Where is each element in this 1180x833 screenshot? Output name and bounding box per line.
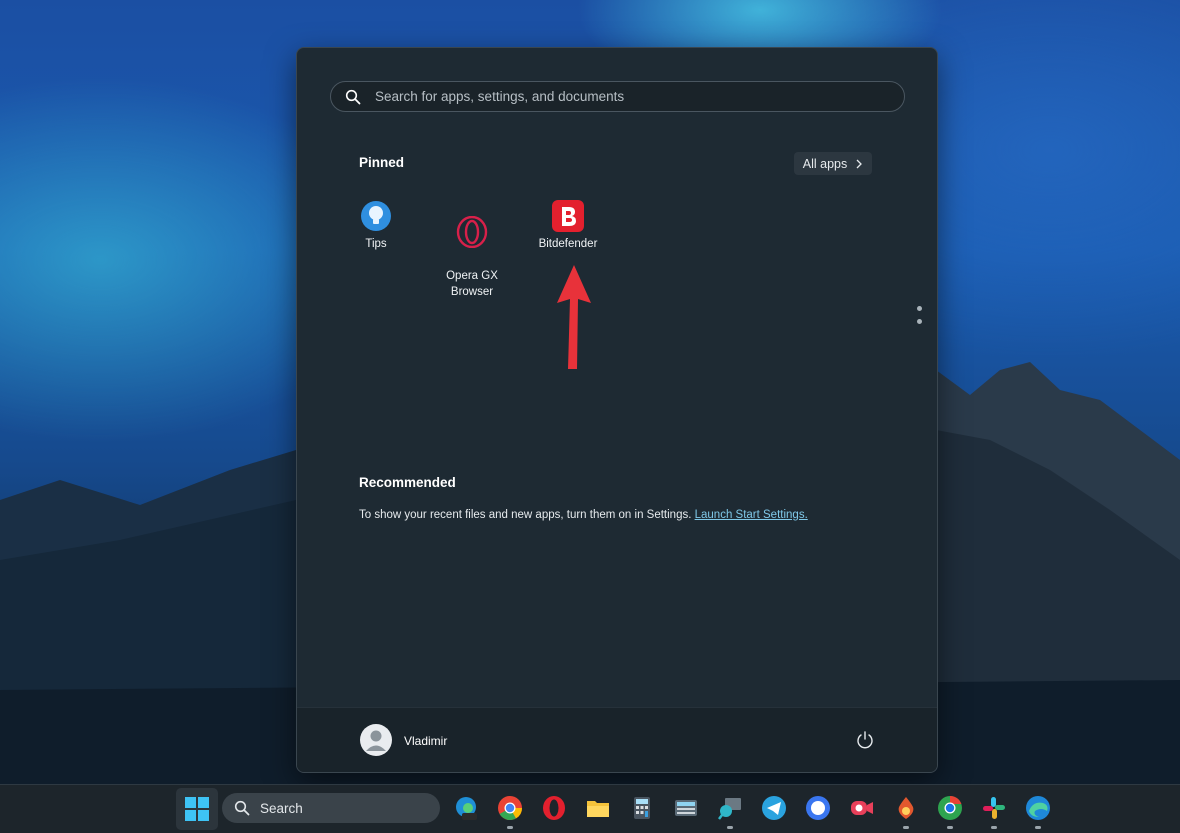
- running-indicator: [727, 826, 733, 829]
- page-dot[interactable]: [917, 306, 922, 311]
- chevron-right-icon: [856, 159, 863, 168]
- windows-logo-icon: [185, 797, 209, 821]
- launch-start-settings-link[interactable]: Launch Start Settings.: [695, 509, 808, 521]
- edge-preview-icon[interactable]: [453, 795, 479, 821]
- edge-icon[interactable]: [1025, 795, 1051, 821]
- touch-keyboard-icon[interactable]: [673, 795, 699, 821]
- bitdefender-icon: [552, 200, 584, 232]
- app-label: Bitdefender: [538, 238, 598, 250]
- opera-gx-icon: [456, 216, 488, 248]
- file-explorer-icon[interactable]: [585, 795, 611, 821]
- search-icon: [345, 89, 361, 104]
- running-indicator: [1035, 826, 1041, 829]
- pinned-heading: Pinned: [359, 155, 405, 170]
- page-indicator[interactable]: [917, 306, 923, 332]
- avatar[interactable]: [360, 724, 392, 756]
- all-apps-button[interactable]: All apps: [794, 152, 872, 175]
- recommended-text: To show your recent files and new apps, …: [359, 509, 692, 521]
- chrome-icon[interactable]: [497, 795, 523, 821]
- start-button[interactable]: [176, 788, 218, 830]
- user-icon: [366, 730, 386, 751]
- signal-icon[interactable]: [805, 795, 831, 821]
- taskbar-search[interactable]: Search: [222, 793, 440, 823]
- taskbar: Search: [0, 784, 1180, 833]
- recommended-message: To show your recent files and new apps, …: [359, 509, 808, 521]
- start-search-input[interactable]: [373, 88, 904, 105]
- pinned-app-tips[interactable]: Tips: [336, 200, 416, 252]
- taskbar-search-label: Search: [260, 800, 303, 816]
- tips-lightbulb-icon: [361, 201, 391, 231]
- user-name[interactable]: Vladimir: [404, 734, 447, 748]
- power-icon[interactable]: [855, 730, 875, 750]
- screen-recorder-icon[interactable]: [849, 795, 875, 821]
- magnifier-icon[interactable]: [717, 795, 743, 821]
- running-indicator: [991, 826, 997, 829]
- slack-icon[interactable]: [981, 795, 1007, 821]
- running-indicator: [507, 826, 513, 829]
- telegram-icon[interactable]: [761, 795, 787, 821]
- start-menu: Pinned All apps Tips Opera GX Browser Bi…: [296, 47, 938, 773]
- search-icon: [234, 800, 250, 816]
- all-apps-label: All apps: [802, 156, 848, 171]
- start-footer: Vladimir: [297, 707, 937, 772]
- pinned-app-opera-gx[interactable]: Opera GX Browser: [432, 200, 512, 300]
- game-icon[interactable]: [893, 795, 919, 821]
- start-search-box[interactable]: [330, 81, 905, 112]
- page-dot[interactable]: [917, 319, 922, 324]
- running-indicator: [947, 826, 953, 829]
- calculator-icon[interactable]: [629, 795, 655, 821]
- annotation-arrow-icon: [557, 265, 591, 369]
- pinned-app-bitdefender[interactable]: Bitdefender: [528, 200, 608, 252]
- app-label: Opera GX Browser: [446, 270, 498, 298]
- chromium-icon[interactable]: [937, 795, 963, 821]
- running-indicator: [903, 826, 909, 829]
- opera-icon[interactable]: [541, 795, 567, 821]
- app-label: Tips: [365, 238, 387, 250]
- recommended-heading: Recommended: [359, 475, 456, 490]
